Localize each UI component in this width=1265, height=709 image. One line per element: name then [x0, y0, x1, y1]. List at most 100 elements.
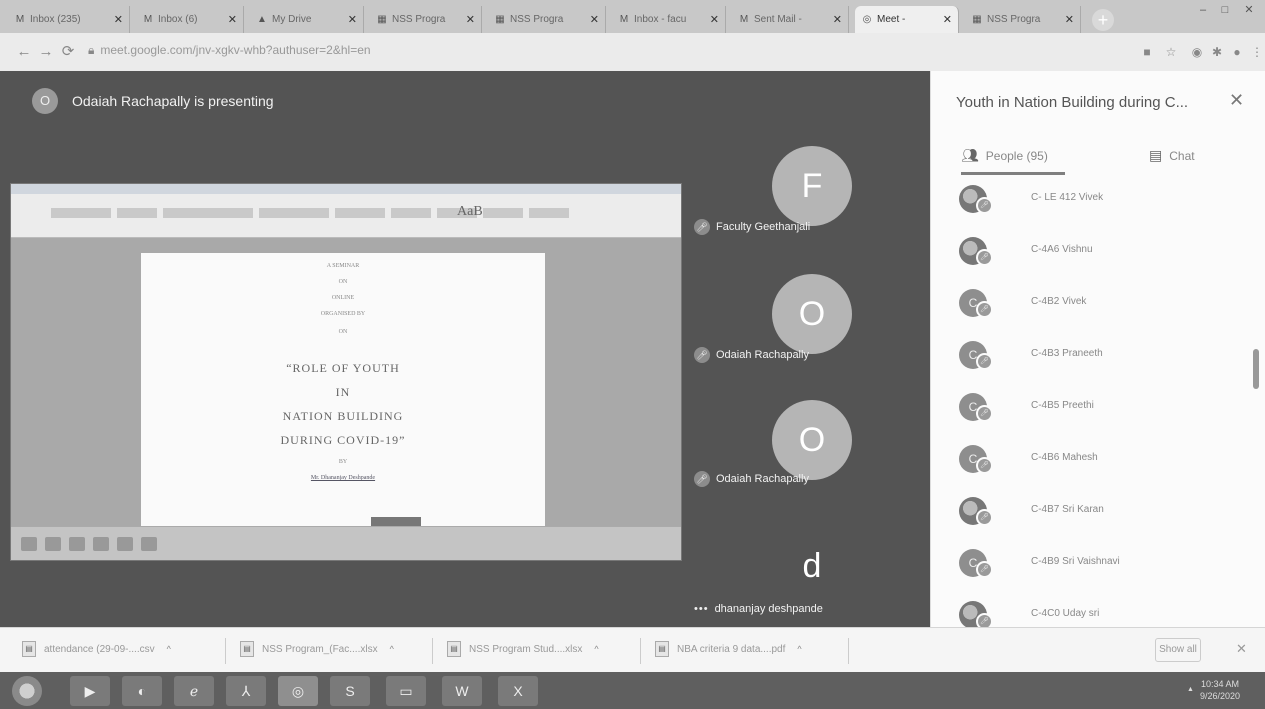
new-tab-button[interactable]: +: [1092, 9, 1114, 31]
camera-icon[interactable]: ■: [1138, 43, 1156, 61]
chevron-up-icon[interactable]: ^: [594, 644, 598, 654]
participant-name: C-4B2 Vivek: [1031, 296, 1087, 307]
close-icon[interactable]: ✕: [1236, 641, 1247, 657]
download-item[interactable]: ▤ NBA criteria 9 data....pdf ^: [655, 641, 802, 657]
mic-off-icon: 🎤︎: [976, 301, 993, 318]
participant-name: C-4B7 Sri Karan: [1031, 504, 1104, 515]
browser-tab[interactable]: ▲ My Drive ✕: [250, 6, 364, 33]
doc-by: BY: [338, 459, 348, 465]
profile-icon[interactable]: ●: [1228, 43, 1246, 61]
participant-row[interactable]: C 🎤︎ C-4B5 Preethi: [931, 389, 1251, 437]
media-player-icon[interactable]: ▶: [70, 676, 110, 706]
doc-line: ON: [338, 279, 348, 285]
browser-tab[interactable]: M Inbox (235) ✕: [8, 6, 130, 33]
participant-row[interactable]: C 🎤︎ C-4B9 Sri Vaishnavi: [931, 545, 1251, 593]
show-all-button[interactable]: Show all: [1155, 638, 1201, 662]
acrobat-icon[interactable]: ⅄: [226, 676, 266, 706]
tab-title: Inbox - facu: [634, 14, 687, 25]
mic-off-icon: 🎤︎: [976, 353, 993, 370]
close-icon[interactable]: ✕: [348, 13, 357, 26]
download-item[interactable]: ▤ NSS Program Stud....xlsx ^: [447, 641, 599, 657]
close-icon[interactable]: ✕: [1229, 90, 1244, 111]
browser-tab[interactable]: M Inbox (6) ✕: [136, 6, 244, 33]
reload-icon[interactable]: ⟳: [58, 42, 78, 62]
tab-chat[interactable]: ▤ Chat: [1149, 147, 1195, 164]
participant-avatar: d: [802, 547, 822, 585]
minimize-icon[interactable]: –: [1192, 0, 1214, 20]
browser-tab[interactable]: M Inbox - facu ✕: [612, 6, 726, 33]
browser-tab[interactable]: ▦ NSS Progra ✕: [488, 6, 606, 33]
participant-name-label: 🎤︎ Odaiah Rachapally: [694, 347, 809, 363]
mic-off-icon: 🎤︎: [976, 249, 993, 266]
doc-title-line: “ROLE OF YOUTH: [286, 361, 400, 375]
chevron-up-icon[interactable]: ^: [167, 644, 171, 654]
start-button[interactable]: [12, 676, 42, 706]
skype-icon[interactable]: S: [330, 676, 370, 706]
close-icon[interactable]: ✕: [466, 13, 475, 26]
participant-name: C-4B9 Sri Vaishnavi: [1031, 556, 1120, 567]
window-close-icon[interactable]: ✕: [1238, 0, 1260, 20]
address-bar[interactable]: 🔒︎ meet.google.com/jnv-xgkv-whb?authuser=…: [88, 43, 371, 58]
downloads-bar: Show all ✕ ▤ attendance (29-09-....csv ^ ▤ N…: [0, 627, 1265, 672]
browser-tab[interactable]: M Sent Mail - ✕: [732, 6, 849, 33]
more-options-icon[interactable]: •••: [694, 603, 709, 615]
tab-title: Sent Mail -: [754, 14, 802, 25]
participant-avatar: F: [772, 146, 852, 226]
browser-tab[interactable]: ◎ Meet - ✕: [855, 6, 959, 33]
close-icon[interactable]: ✕: [1065, 13, 1074, 26]
participant-row[interactable]: 🎤︎ C-4A6 Vishnu: [931, 233, 1251, 281]
chrome-icon[interactable]: ◎: [278, 676, 318, 706]
doc-line: ON: [338, 329, 348, 335]
participant-row[interactable]: 🎤︎ C-4B7 Sri Karan: [931, 493, 1251, 541]
participant-row[interactable]: C 🎤︎ C-4B2 Vivek: [931, 285, 1251, 333]
browser-toolbar: ← → ⟳ 🔒︎ meet.google.com/jnv-xgkv-whb?aut…: [0, 33, 1265, 71]
participant-name: C-4C0 Uday sri: [1031, 608, 1100, 619]
puzzle-icon[interactable]: ✱: [1208, 43, 1226, 61]
tab-chat-label: Chat: [1169, 148, 1195, 163]
browser-tab[interactable]: ▦ NSS Progra ✕: [370, 6, 482, 33]
tab-title: Inbox (235): [30, 14, 81, 25]
download-item[interactable]: ▤ attendance (29-09-....csv ^: [22, 641, 171, 657]
chevron-up-icon[interactable]: ^: [390, 644, 394, 654]
close-icon[interactable]: ✕: [943, 13, 952, 26]
divider: [640, 638, 641, 664]
close-icon[interactable]: ✕: [833, 13, 842, 26]
internet-explorer-icon[interactable]: ℯ: [174, 676, 214, 706]
bookmark-star-icon[interactable]: ☆: [1162, 43, 1180, 61]
download-item[interactable]: ▤ NSS Program_(Fac....xlsx ^: [240, 641, 394, 657]
sheets-icon: ▦: [495, 14, 505, 25]
close-icon[interactable]: ✕: [590, 13, 599, 26]
participant-row[interactable]: C 🎤︎ C-4B3 Praneeth: [931, 337, 1251, 385]
participant-row[interactable]: 🎤︎ C- LE 412 Vivek: [931, 181, 1251, 229]
chevron-up-icon[interactable]: ^: [797, 644, 801, 654]
gmail-icon: M: [15, 14, 25, 25]
maximize-icon[interactable]: □: [1214, 0, 1236, 20]
extension-icon[interactable]: ◉: [1188, 43, 1206, 61]
word-icon[interactable]: W: [442, 676, 482, 706]
excel-icon[interactable]: X: [498, 676, 538, 706]
url-text: meet.google.com/jnv-xgkv-whb?authuser=2&…: [100, 43, 371, 57]
lock-icon: 🔒︎: [88, 43, 95, 57]
file-explorer-icon[interactable]: ▭: [386, 676, 426, 706]
os-clock[interactable]: 10:34 AM 9/26/2020: [1200, 678, 1240, 702]
tab-people[interactable]: 👥︎ People (95): [961, 147, 1048, 164]
tray-arrow-icon[interactable]: ▲: [1187, 686, 1194, 693]
panel-scrollbar[interactable]: [1253, 349, 1259, 389]
participant-row[interactable]: C 🎤︎ C-4B6 Mahesh: [931, 441, 1251, 489]
firefox-icon[interactable]: ◐: [122, 676, 162, 706]
file-icon: ▤: [22, 641, 36, 657]
doc-line: A SEMINAR: [326, 263, 360, 269]
close-icon[interactable]: ✕: [114, 13, 123, 26]
back-icon[interactable]: ←: [14, 42, 34, 62]
people-icon: 👥︎: [961, 147, 979, 163]
menu-kebab-icon[interactable]: ⋮: [1248, 43, 1265, 61]
forward-icon[interactable]: →: [36, 42, 56, 62]
sheets-icon: ▦: [377, 14, 387, 25]
mic-off-icon: 🎤︎: [976, 457, 993, 474]
close-icon[interactable]: ✕: [228, 13, 237, 26]
word-titlebar: [11, 184, 681, 194]
gmail-icon: M: [143, 14, 153, 25]
doc-title-line: NATION BUILDING: [282, 409, 404, 423]
browser-tab[interactable]: ▦ NSS Progra ✕: [965, 6, 1081, 33]
close-icon[interactable]: ✕: [710, 13, 719, 26]
